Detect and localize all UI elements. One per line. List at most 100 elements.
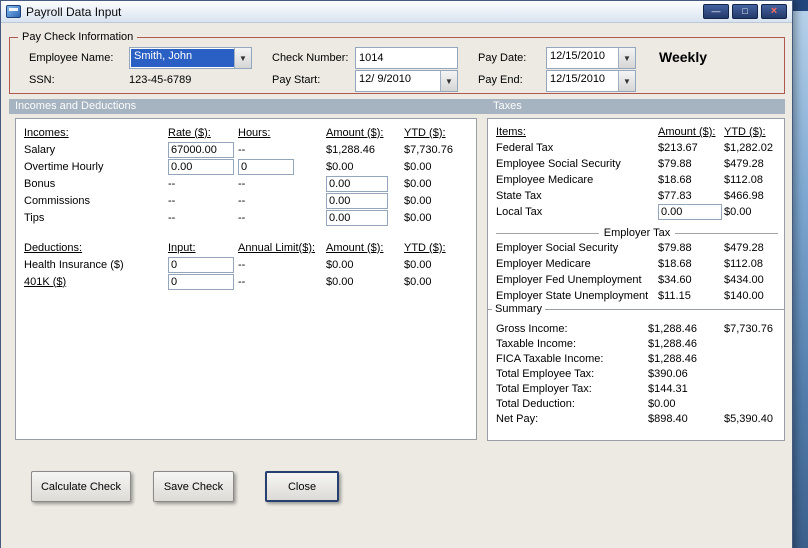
section-header-incomes-deductions: Incomes and Deductions	[15, 100, 137, 112]
maximize-icon: □	[742, 6, 748, 16]
overtime-rate-input[interactable]	[168, 158, 234, 175]
401k-limit-value: --	[238, 275, 246, 288]
commissions-rate-value: --	[168, 194, 176, 207]
incomes-deductions-panel: Incomes: Rate ($): Hours: Amount ($): YT…	[15, 118, 477, 440]
health-amount-value: $0.00	[326, 258, 354, 271]
employee-name-label: Employee Name:	[29, 52, 114, 64]
bonus-rate-value: --	[168, 177, 176, 190]
pay-date-combobox[interactable]: 12/15/2010 ▼	[546, 47, 636, 69]
summary-row-label: Total Employer Tax:	[496, 382, 592, 395]
commissions-ytd-value: $0.00	[404, 194, 432, 207]
summary-legend: Summary	[495, 303, 543, 315]
employee-name-value: Smith, John	[131, 49, 234, 67]
tips-hours-value: --	[238, 211, 246, 224]
employer-taxes-table: Employer Social Security $79.88 $479.28 …	[496, 240, 778, 304]
tax-ytd-value: $1,282.02	[724, 142, 773, 154]
summary-row-label: FICA Taxable Income:	[496, 352, 604, 365]
paycheck-info-legend: Pay Check Information	[22, 31, 134, 43]
tax-amount-value: $18.68	[658, 174, 692, 186]
column-header-amount: Amount ($):	[326, 241, 384, 254]
401k-ytd-value: $0.00	[404, 275, 432, 288]
pay-end-value: 12/15/2010	[550, 73, 606, 85]
employee-name-combobox[interactable]: Smith, John ▼	[129, 47, 252, 69]
row-label-tips: Tips	[24, 211, 45, 224]
401k-input[interactable]	[168, 273, 234, 290]
summary-row-label: Total Employee Tax:	[496, 367, 595, 380]
salary-rate-input[interactable]	[168, 141, 234, 158]
commissions-hours-value: --	[238, 194, 246, 207]
pay-start-combobox[interactable]: 12/ 9/2010 ▼	[355, 70, 458, 92]
ssn-label: SSN:	[29, 74, 55, 86]
overtime-hours-input[interactable]	[238, 158, 294, 175]
tax-amount-value: $79.88	[658, 158, 692, 170]
tips-amount-input[interactable]	[326, 209, 388, 226]
bonus-amount-input[interactable]	[326, 175, 388, 192]
tax-row-label: Employer Fed Unemployment	[496, 274, 642, 286]
tax-ytd-value: $112.08	[724, 258, 763, 270]
app-icon	[6, 5, 21, 18]
pay-start-value: 12/ 9/2010	[359, 73, 411, 85]
bonus-hours-value: --	[238, 177, 246, 190]
health-insurance-input[interactable]	[168, 256, 234, 273]
column-header-hours: Hours:	[238, 126, 271, 139]
close-button[interactable]: Close	[265, 471, 339, 502]
salary-ytd-value: $7,730.76	[404, 143, 453, 156]
tax-row-label: Federal Tax	[496, 142, 554, 154]
section-band: Incomes and Deductions Taxes	[9, 99, 785, 114]
summary-ytd-value: $7,730.76	[724, 322, 773, 335]
row-label-health-insurance: Health Insurance ($)	[24, 258, 124, 271]
dropdown-arrow-icon[interactable]: ▼	[234, 48, 251, 68]
tax-row-label: Employer Medicare	[496, 258, 591, 270]
local-tax-input[interactable]	[658, 204, 722, 220]
dropdown-arrow-icon[interactable]: ▼	[618, 48, 635, 68]
tax-ytd-value: $112.08	[724, 174, 763, 186]
pay-date-value: 12/15/2010	[550, 50, 606, 62]
salary-amount-value: $1,288.46	[326, 143, 375, 156]
row-label-commissions: Commissions	[24, 194, 91, 207]
column-header-amount: Amount ($):	[326, 126, 384, 139]
summary-amount-value: $1,288.46	[648, 337, 697, 350]
tax-row-label: Employee Medicare	[496, 174, 594, 186]
column-header-items: Items:	[496, 126, 526, 138]
minimize-icon: —	[711, 6, 721, 16]
taxes-panel: Items: Amount ($): YTD ($): Federal Tax …	[487, 118, 785, 310]
summary-ytd-value: $5,390.40	[724, 412, 773, 425]
tax-ytd-value: $466.98	[724, 190, 764, 202]
pay-end-combobox[interactable]: 12/15/2010 ▼	[546, 70, 636, 92]
401k-link[interactable]: 401K ($)	[24, 276, 168, 288]
tax-ytd-value: $140.00	[724, 290, 764, 302]
pay-start-label: Pay Start:	[272, 74, 321, 86]
column-header-incomes: Incomes:	[24, 126, 69, 139]
summary-amount-value: $390.06	[648, 367, 688, 380]
maximize-button[interactable]: □	[732, 4, 758, 19]
minimize-button[interactable]: —	[703, 4, 729, 19]
close-window-button[interactable]: ×	[761, 4, 787, 19]
health-ytd-value: $0.00	[404, 258, 432, 271]
dropdown-arrow-icon[interactable]: ▼	[440, 71, 457, 91]
payroll-window: Payroll Data Input — □ × Pay Check Infor…	[0, 0, 793, 548]
dropdown-arrow-icon[interactable]: ▼	[618, 71, 635, 91]
arrow-glyph: ▼	[445, 76, 453, 86]
overtime-ytd-value: $0.00	[404, 160, 432, 173]
desktop-fragment	[792, 0, 808, 11]
column-header-ytd: YTD ($):	[404, 126, 446, 139]
tax-amount-value: $79.88	[658, 242, 692, 254]
tax-ytd-value: $434.00	[724, 274, 764, 286]
check-number-input[interactable]	[355, 47, 458, 69]
row-label-overtime: Overtime Hourly	[24, 160, 104, 173]
check-number-label: Check Number:	[272, 52, 349, 64]
local-tax-ytd-value: $0.00	[724, 206, 752, 218]
summary-amount-value: $1,288.46	[648, 352, 697, 365]
salary-hours-value: --	[238, 143, 246, 156]
calculate-check-button[interactable]: Calculate Check	[31, 471, 131, 502]
employer-tax-label: Employer Tax	[603, 227, 671, 239]
save-check-button[interactable]: Save Check	[153, 471, 234, 502]
employer-tax-separator: Employer Tax	[496, 227, 778, 239]
title-bar[interactable]: Payroll Data Input — □ ×	[1, 1, 792, 23]
arrow-glyph: ▼	[239, 53, 247, 63]
row-label-bonus: Bonus	[24, 177, 56, 190]
ssn-value: 123-45-6789	[129, 74, 192, 86]
commissions-amount-input[interactable]	[326, 192, 388, 209]
tax-amount-value: $213.67	[658, 142, 698, 154]
close-icon: ×	[770, 5, 778, 17]
